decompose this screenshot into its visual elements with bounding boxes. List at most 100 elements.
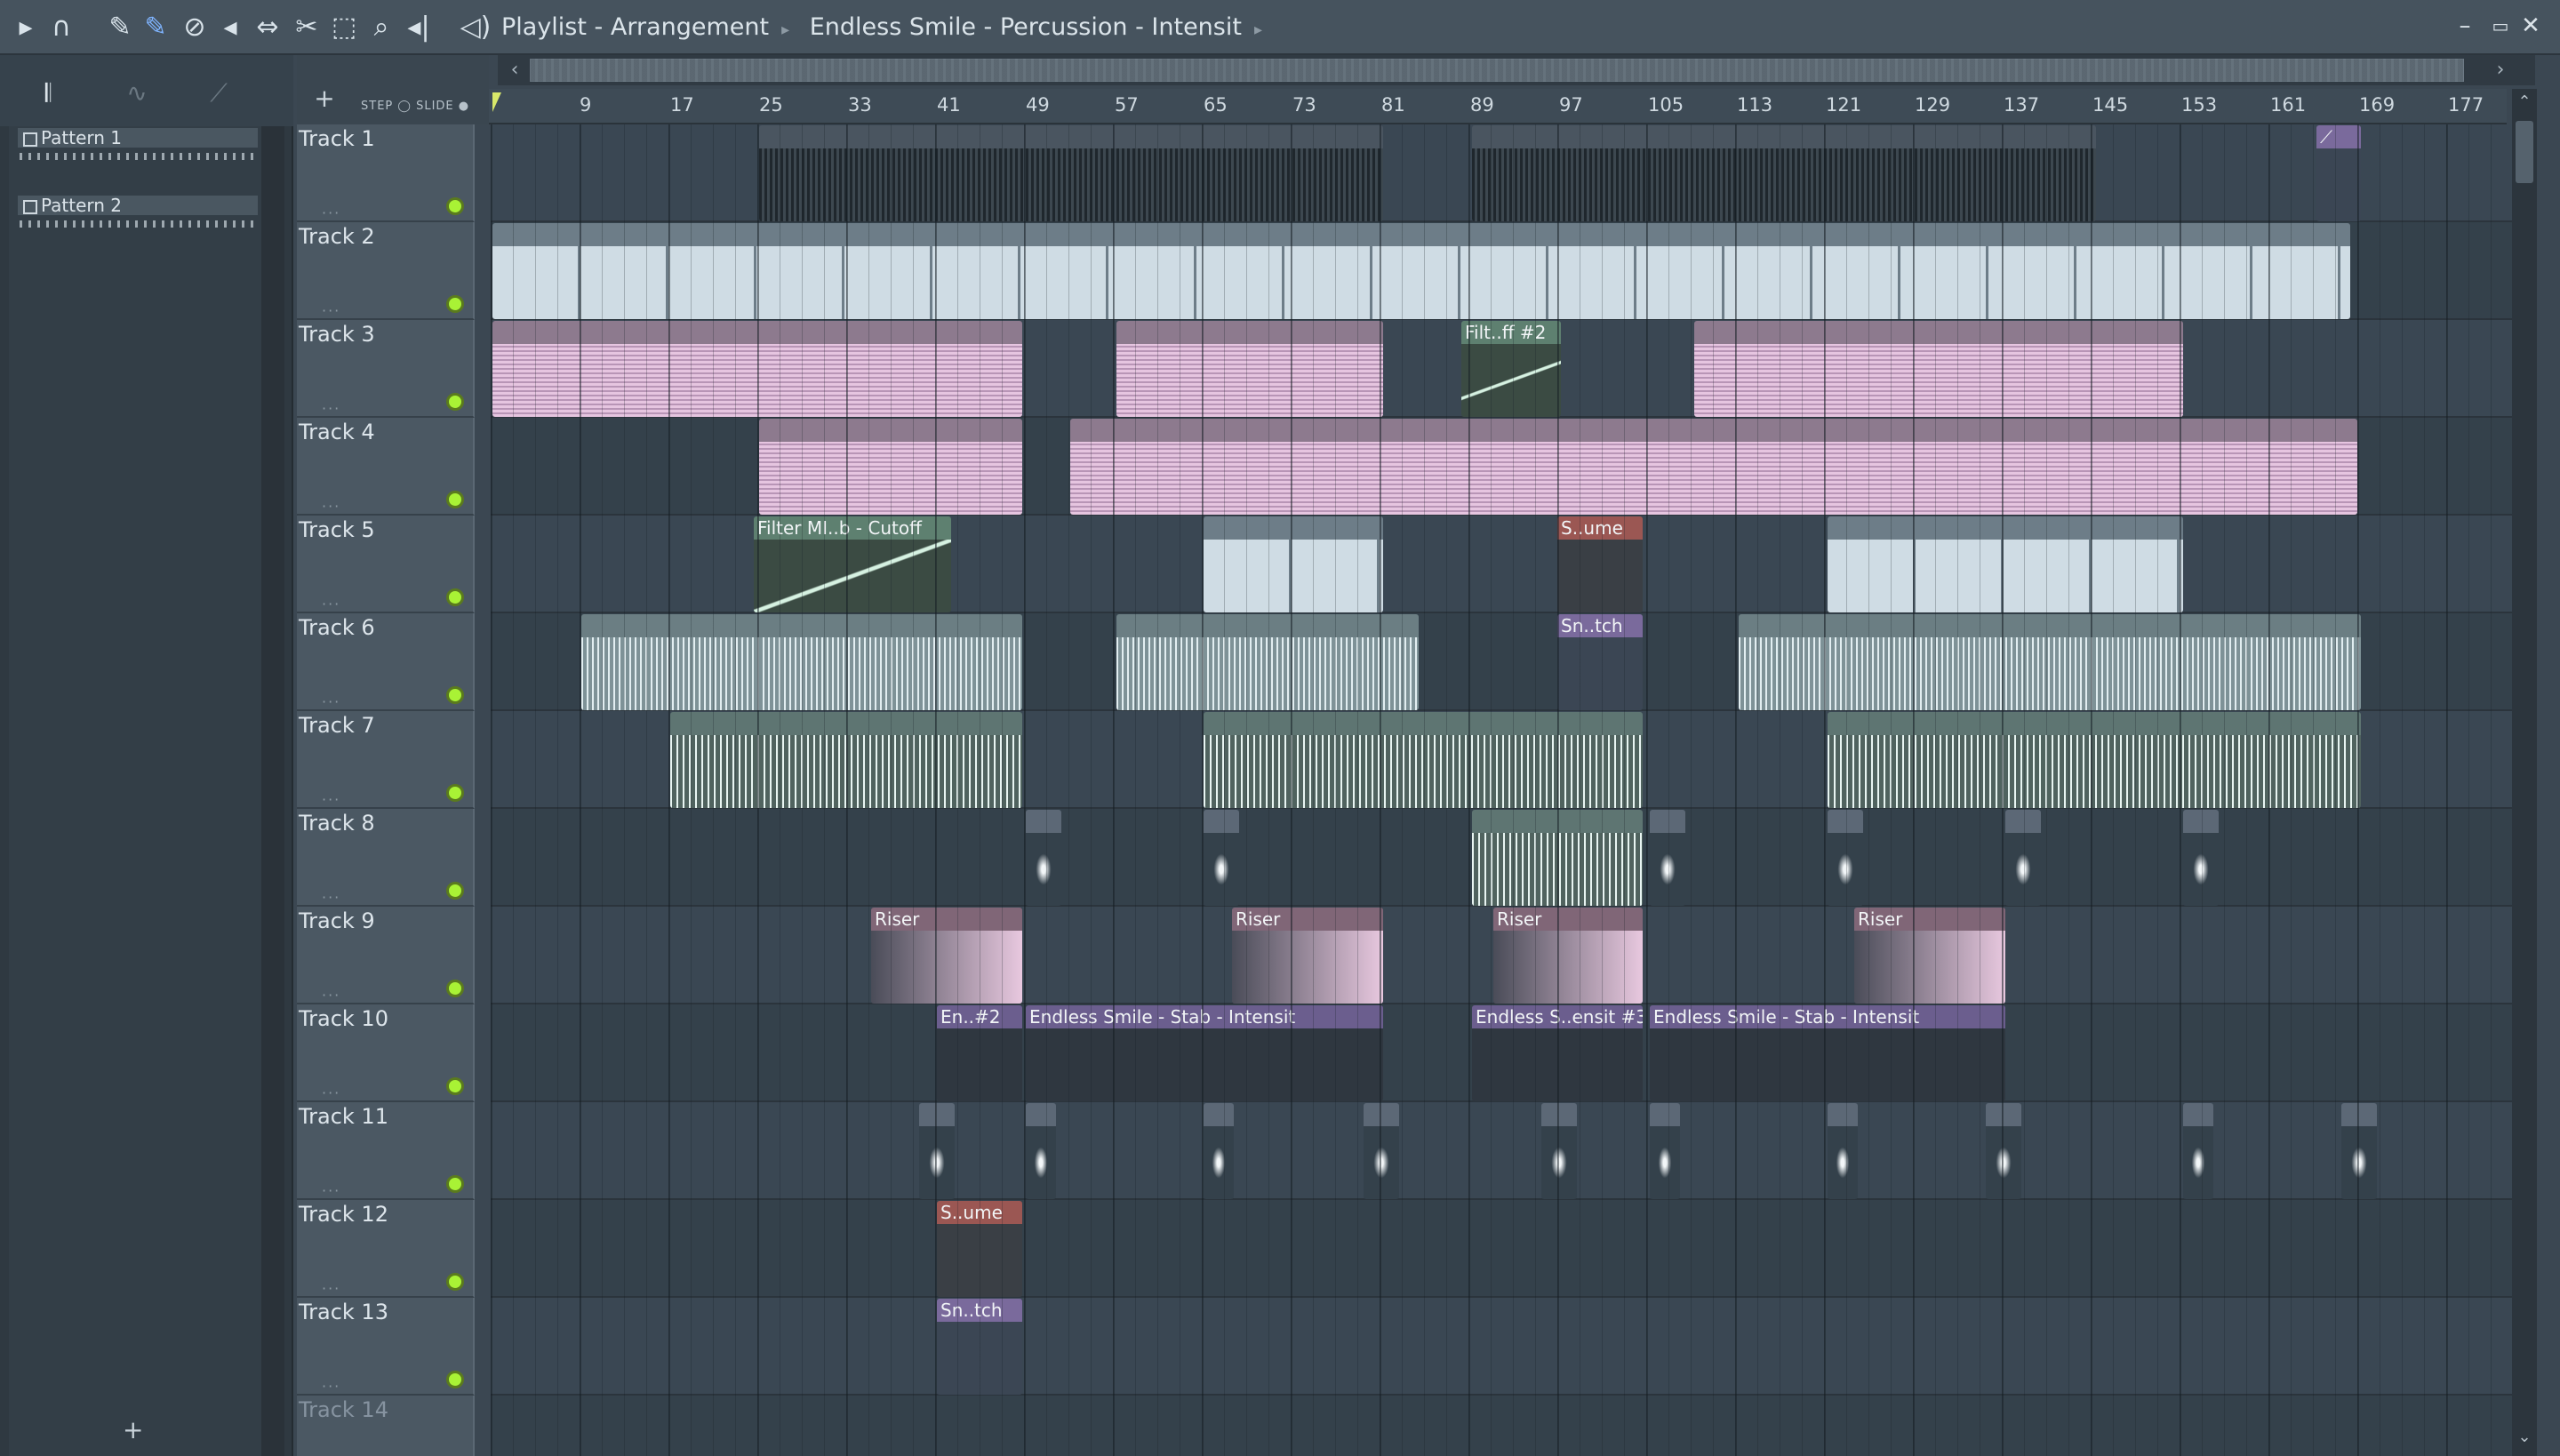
audio-clip[interactable] [1026, 1103, 1056, 1199]
timeline-ruler[interactable]: 9 17 25 33 41 49 57 65 73 81 89 97 105 1… [489, 89, 2507, 124]
step-slide-toggle[interactable]: STEP ◯ SLIDE ● [361, 100, 469, 113]
track-enable-led-icon[interactable] [446, 1077, 464, 1095]
audio-clip[interactable]: Riser [871, 908, 1022, 1004]
track-header[interactable]: Track 7 ··· [297, 711, 475, 809]
audio-clip[interactable] [1204, 516, 1383, 612]
playlist-overview[interactable]: ‹ › [498, 55, 2535, 85]
track-enable-led-icon[interactable] [446, 980, 464, 997]
audio-clip[interactable] [1364, 1103, 1399, 1199]
automation-clip[interactable]: Endless S..ensit #3 [1472, 1005, 1643, 1101]
track-grip-icon[interactable]: ··· [322, 889, 340, 906]
automation-clip[interactable]: Filt..ff #2 [1461, 321, 1561, 417]
close-icon[interactable]: ✕ [2516, 11, 2546, 41]
track-header[interactable]: Track 13 ··· [297, 1298, 475, 1396]
track-grip-icon[interactable]: ··· [322, 693, 340, 710]
track-header[interactable]: Track 2 ··· [297, 222, 475, 320]
pattern-clip[interactable] [1472, 125, 2096, 221]
playback-icon[interactable]: ◂| [402, 11, 436, 44]
audio-clip[interactable] [1828, 712, 2361, 808]
audio-clip[interactable] [1070, 419, 2357, 515]
track-enable-led-icon[interactable] [446, 295, 464, 313]
picker-scrollbar[interactable] [261, 126, 284, 1456]
track-enable-led-icon[interactable] [446, 784, 464, 802]
mute-icon[interactable]: ◂ [213, 11, 247, 44]
automation-clip[interactable]: Filter MI..b - Cutoff [754, 516, 951, 612]
audio-clip[interactable] [492, 223, 2350, 319]
audio-clip[interactable] [1739, 614, 2361, 710]
magnet-icon[interactable]: ∩ [44, 11, 78, 44]
audio-clip[interactable] [1650, 1103, 1680, 1199]
track-grip-icon[interactable]: ··· [322, 400, 340, 417]
track-header[interactable]: Track 1 ··· [297, 124, 475, 222]
audio-clip[interactable] [1650, 810, 1685, 906]
scroll-left-icon[interactable]: ‹ [500, 55, 530, 85]
select-icon[interactable]: ⬚ [327, 11, 361, 44]
play-arrow-icon[interactable]: ▸ [9, 11, 43, 44]
audio-clip[interactable] [1026, 810, 1061, 906]
track-grip-icon[interactable]: ··· [322, 1182, 340, 1199]
track-lane[interactable] [491, 1396, 2512, 1456]
audio-clip[interactable] [1694, 321, 2183, 417]
audio-clip[interactable] [919, 1103, 955, 1199]
track-grip-icon[interactable]: ··· [322, 498, 340, 515]
automation-clip[interactable]: En..#2 [937, 1005, 1022, 1101]
track-header[interactable]: Track 14 [297, 1396, 475, 1456]
pencil-icon[interactable]: ✎ [103, 11, 137, 44]
maximize-icon[interactable]: ▭ [2485, 11, 2516, 41]
track-grip-icon[interactable]: ··· [322, 1280, 340, 1297]
scroll-up-icon[interactable]: ⌃ [2512, 92, 2537, 116]
track-enable-led-icon[interactable] [446, 1273, 464, 1291]
audio-clip[interactable] [2341, 1103, 2377, 1199]
track-header[interactable]: Track 4 ··· [297, 418, 475, 516]
scroll-right-icon[interactable]: › [2485, 55, 2516, 85]
track-enable-led-icon[interactable] [446, 1371, 464, 1388]
add-track-button[interactable]: + [311, 85, 338, 112]
audio-clip[interactable] [581, 614, 1022, 710]
audio-clip[interactable] [1472, 810, 1643, 906]
audio-clip[interactable] [492, 321, 1022, 417]
track-grip-icon[interactable]: ··· [322, 204, 340, 221]
automation-clip[interactable]: Sn..tch [1557, 614, 1643, 710]
automation-clip[interactable]: Endless Smile - Stab - Intensit [1026, 1005, 1383, 1101]
audio-clip[interactable] [2183, 810, 2219, 906]
audio-clip[interactable] [759, 419, 1022, 515]
track-enable-led-icon[interactable] [446, 686, 464, 704]
track-header[interactable]: Track 9 ··· [297, 907, 475, 1004]
track-header[interactable]: Track 12 ··· [297, 1200, 475, 1298]
audio-clip[interactable] [1204, 712, 1643, 808]
audio-clip[interactable] [1828, 810, 1863, 906]
audio-clip[interactable]: Riser [1232, 908, 1383, 1004]
track-enable-led-icon[interactable] [446, 197, 464, 215]
scroll-down-icon[interactable]: ⌄ [2512, 1428, 2537, 1451]
audio-clip[interactable] [670, 712, 1022, 808]
automation-clip[interactable]: ⟋ [2316, 125, 2361, 221]
minimize-icon[interactable]: – [2450, 11, 2480, 41]
slip-icon[interactable]: ⇔ [251, 11, 284, 44]
automation-clip[interactable]: Sn..tch [937, 1299, 1022, 1395]
scrollbar-thumb[interactable] [2516, 121, 2533, 183]
automation-icon[interactable]: ⟋ [201, 78, 236, 108]
add-pattern-button[interactable]: + [123, 1415, 143, 1444]
delete-icon[interactable]: ⊘ [178, 11, 212, 44]
audio-clip[interactable] [1828, 1103, 1858, 1199]
track-lane[interactable] [491, 1298, 2512, 1396]
piano-icon[interactable]: 𝄃 [30, 78, 66, 108]
audio-clip[interactable]: Riser [1493, 908, 1643, 1004]
track-grip-icon[interactable]: ··· [322, 302, 340, 319]
pattern-clip[interactable] [759, 125, 1383, 221]
audio-clip[interactable] [1204, 1103, 1234, 1199]
audio-clip[interactable] [2183, 1103, 2213, 1199]
slice-icon[interactable]: ✂ [290, 11, 324, 44]
track-header[interactable]: Track 10 ··· [297, 1004, 475, 1102]
track-grip-icon[interactable]: ··· [322, 596, 340, 612]
audio-clip[interactable]: Riser [1854, 908, 2005, 1004]
track-lane[interactable] [491, 1200, 2512, 1298]
audio-icon[interactable]: ∿ [119, 78, 155, 108]
playlist-grid[interactable]: ⟋ Filt..ff #2 Filter MI..b - Cutoff S..u… [491, 124, 2512, 1456]
track-enable-led-icon[interactable] [446, 491, 464, 508]
track-grip-icon[interactable]: ··· [322, 791, 340, 808]
track-header[interactable]: Track 8 ··· [297, 809, 475, 907]
audio-clip[interactable] [1116, 321, 1383, 417]
audio-clip[interactable] [1204, 810, 1239, 906]
track-enable-led-icon[interactable] [446, 393, 464, 411]
